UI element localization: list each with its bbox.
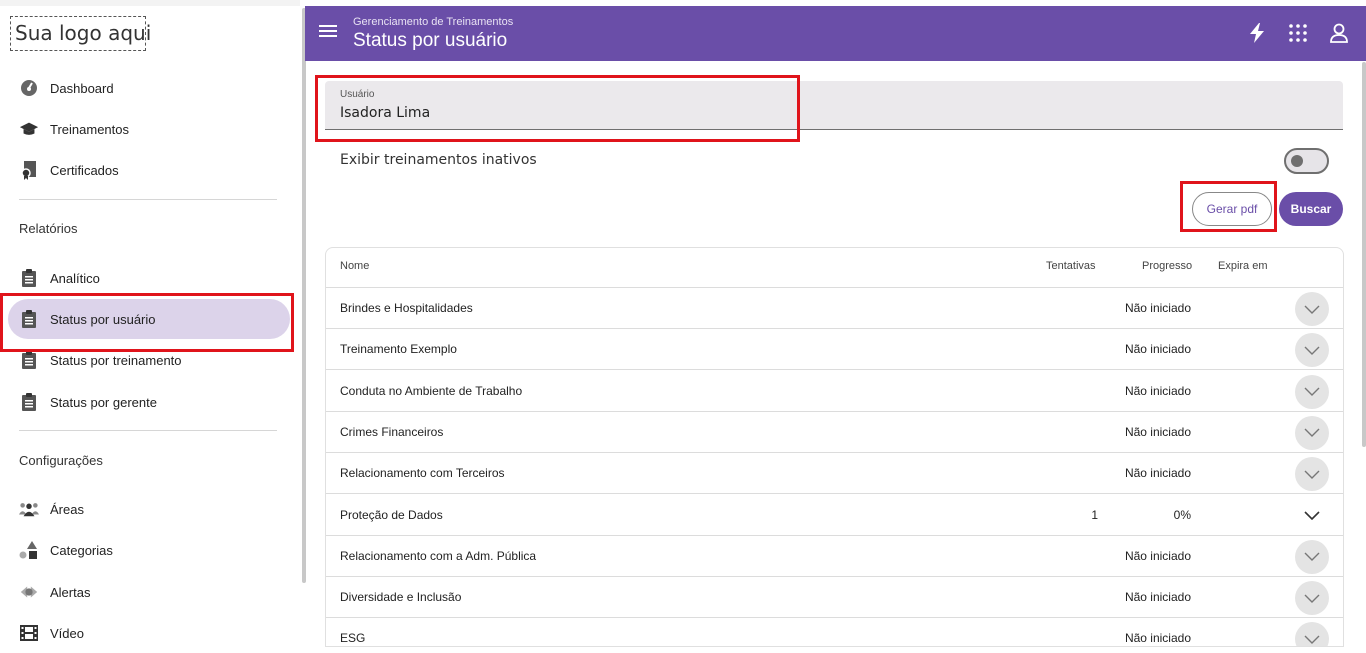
- table-row[interactable]: Brindes e Hospitalidades Não iniciado: [326, 288, 1343, 329]
- sidebar-divider: [19, 199, 277, 200]
- row-name: Treinamento Exemplo: [340, 342, 457, 357]
- row-progress: Não iniciado: [1124, 342, 1191, 357]
- row-progress: Não iniciado: [1124, 424, 1191, 439]
- chevron-down-icon[interactable]: [1295, 374, 1329, 409]
- row-progress: Não iniciado: [1124, 548, 1191, 563]
- row-name: Relacionamento com Terceiros: [340, 466, 505, 481]
- sidebar-item-status-por-gerente[interactable]: Status por gerente: [8, 382, 290, 422]
- table-row[interactable]: Relacionamento com Terceiros Não iniciado: [326, 453, 1343, 495]
- row-progress: Não iniciado: [1124, 590, 1191, 605]
- clipboard-icon: [19, 392, 39, 412]
- row-name: Proteção de Dados: [340, 507, 443, 522]
- sidebar-item-status-por-treinamento[interactable]: Status por treinamento: [8, 340, 290, 380]
- user-field-label: Usuário: [340, 89, 375, 100]
- sidebar-item-treinamentos[interactable]: Treinamentos: [8, 109, 290, 149]
- user-field[interactable]: Usuário Isadora Lima: [325, 81, 1343, 130]
- sidebar-item-label: Treinamentos: [50, 121, 129, 137]
- header-name: Nome: [340, 260, 370, 272]
- sidebar-item-areas[interactable]: Áreas: [8, 489, 290, 529]
- sidebar-item-label: Dashboard: [50, 80, 114, 96]
- row-name: Relacionamento com a Adm. Pública: [340, 548, 537, 563]
- row-attempts: 1: [1091, 507, 1098, 522]
- sidebar-item-label: Vídeo: [50, 625, 84, 641]
- row-name: ESG: [340, 631, 366, 646]
- logo: Sua logo aqui: [10, 16, 151, 51]
- row-name: Diversidade e Inclusão: [340, 590, 462, 605]
- row-progress: Não iniciado: [1124, 466, 1191, 481]
- clipboard-icon: [19, 350, 39, 370]
- chevron-down-icon[interactable]: [1295, 622, 1329, 646]
- lightning-icon[interactable]: [1246, 22, 1268, 44]
- menu-icon[interactable]: [319, 23, 339, 43]
- sidebar-item-label: Status por treinamento: [50, 352, 182, 368]
- chevron-down-icon[interactable]: [1295, 415, 1329, 450]
- chevron-down-icon[interactable]: [1295, 457, 1329, 492]
- table-row[interactable]: Proteção de Dados 1 0%: [326, 495, 1343, 536]
- sidebar-item-dashboard[interactable]: Dashboard: [8, 68, 290, 108]
- row-progress: Não iniciado: [1124, 301, 1191, 315]
- sidebar-item-certificados[interactable]: Certificados: [8, 150, 290, 190]
- people-group-icon: [19, 499, 39, 519]
- row-name: Crimes Financeiros: [340, 424, 444, 439]
- sidebar-item-video[interactable]: Vídeo: [8, 613, 290, 653]
- chevron-down-icon[interactable]: [1295, 581, 1329, 616]
- clipboard-icon: [19, 309, 39, 329]
- chevron-down-icon[interactable]: [1295, 499, 1329, 533]
- clipboard-icon: [19, 268, 39, 288]
- shapes-icon: [19, 540, 39, 560]
- graduation-cap-icon: [19, 119, 39, 139]
- page-title: Status por usuário: [353, 30, 508, 51]
- header-expires: Expira em: [1218, 260, 1268, 272]
- sidebar-item-label: Status por gerente: [50, 394, 157, 410]
- dashboard-gauge-icon: [19, 78, 39, 98]
- sidebar: Sua logo aqui Dashboard Treinamentos Cer…: [0, 0, 300, 643]
- table-header: Nome Tentativas Progresso Expira em: [326, 248, 1343, 288]
- app-bar: Gerenciamento de Treinamentos Status por…: [305, 6, 1366, 61]
- sidebar-item-categorias[interactable]: Categorias: [8, 530, 290, 570]
- sidebar-item-analitico[interactable]: Analítico: [8, 258, 290, 298]
- user-field-value[interactable]: Isadora Lima: [340, 105, 430, 121]
- generate-pdf-button[interactable]: Gerar pdf: [1192, 192, 1272, 226]
- sidebar-item-label: Status por usuário: [50, 311, 156, 327]
- sidebar-item-label: Alertas: [50, 584, 91, 600]
- alert-icon: [19, 582, 39, 602]
- sidebar-item-status-por-usuario[interactable]: Status por usuário: [8, 299, 290, 339]
- page-scrollbar[interactable]: [1362, 62, 1366, 447]
- sidebar-item-label: Áreas: [50, 501, 84, 517]
- sidebar-item-label: Analítico: [50, 270, 100, 286]
- table-row[interactable]: Relacionamento com a Adm. Pública Não ini…: [326, 536, 1343, 577]
- row-progress: Não iniciado: [1124, 383, 1191, 398]
- row-name: Brindes e Hospitalidades: [340, 301, 473, 315]
- chevron-down-icon[interactable]: [1295, 292, 1329, 326]
- inactive-trainings-toggle[interactable]: [1284, 148, 1329, 174]
- toggle-knob: [1291, 155, 1303, 167]
- header-attempts: Tentativas: [1046, 260, 1096, 272]
- table-row[interactable]: Diversidade e Inclusão Não iniciado: [326, 577, 1343, 619]
- row-name: Conduta no Ambiente de Trabalho: [340, 383, 523, 398]
- film-icon: [19, 623, 39, 643]
- sidebar-item-alertas[interactable]: Alertas: [8, 572, 290, 612]
- sidebar-item-label: Categorias: [50, 542, 113, 558]
- header-progress: Progresso: [1142, 260, 1193, 272]
- sidebar-scrollbar[interactable]: [302, 8, 306, 583]
- sidebar-item-label: Certificados: [50, 162, 119, 178]
- sidebar-top-strip: [0, 0, 300, 6]
- section-title-configuracoes: Configurações: [19, 453, 103, 468]
- user-account-icon[interactable]: [1328, 22, 1350, 44]
- table-row[interactable]: Crimes Financeiros Não iniciado: [326, 412, 1343, 453]
- search-button[interactable]: Buscar: [1279, 192, 1343, 226]
- chevron-down-icon[interactable]: [1295, 333, 1329, 368]
- sidebar-divider: [19, 430, 277, 431]
- app-subtitle: Gerenciamento de Treinamentos: [353, 16, 514, 28]
- table-row[interactable]: Conduta no Ambiente de Trabalho Não inici…: [326, 371, 1343, 412]
- table-row[interactable]: Treinamento Exemplo Não iniciado: [326, 329, 1343, 371]
- chevron-down-icon[interactable]: [1295, 539, 1329, 574]
- row-progress: Não iniciado: [1124, 631, 1191, 646]
- section-title-relatorios: Relatórios: [19, 221, 78, 236]
- toggle-label: Exibir treinamentos inativos: [340, 152, 537, 168]
- apps-grid-icon[interactable]: [1287, 22, 1309, 44]
- row-progress: 0%: [1173, 507, 1191, 522]
- certificate-icon: [19, 160, 39, 180]
- trainings-table: Nome Tentativas Progresso Expira em Brin…: [325, 247, 1344, 647]
